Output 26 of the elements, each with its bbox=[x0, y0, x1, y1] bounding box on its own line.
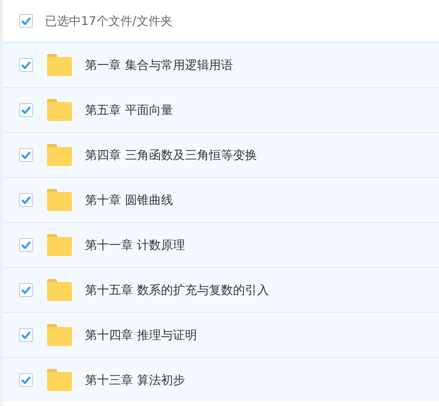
folder-icon bbox=[46, 144, 73, 166]
checkbox[interactable] bbox=[19, 328, 33, 342]
file-name[interactable]: 第十章 圆锥曲线 bbox=[85, 192, 173, 208]
file-name[interactable]: 第十五章 数系的扩充与复数的引入 bbox=[85, 282, 269, 298]
selection-count: 已选中17个文件/文件夹 bbox=[45, 12, 172, 30]
checkbox[interactable] bbox=[19, 148, 33, 162]
checkbox[interactable] bbox=[19, 373, 33, 387]
file-name[interactable]: 第五章 平面向量 bbox=[85, 102, 173, 118]
checkbox[interactable] bbox=[19, 193, 33, 207]
folder-icon bbox=[46, 324, 73, 346]
checkbox[interactable] bbox=[19, 238, 33, 252]
folder-icon bbox=[46, 54, 73, 76]
folder-icon bbox=[46, 279, 73, 301]
file-name[interactable]: 第一章 集合与常用逻辑用语 bbox=[85, 56, 233, 74]
checkbox[interactable] bbox=[19, 58, 33, 72]
file-name[interactable]: 第十一章 计数原理 bbox=[85, 236, 185, 254]
file-name[interactable]: 第十三章 算法初步 bbox=[85, 372, 185, 388]
folder-icon bbox=[46, 99, 73, 121]
file-name[interactable]: 第十四章 推理与证明 bbox=[85, 326, 197, 344]
checkbox[interactable] bbox=[19, 14, 33, 28]
checkbox[interactable] bbox=[19, 103, 33, 117]
checkbox[interactable] bbox=[19, 283, 33, 297]
folder-icon bbox=[46, 369, 73, 391]
folder-icon bbox=[46, 234, 73, 256]
file-name[interactable]: 第四章 三角函数及三角恒等变换 bbox=[85, 146, 257, 164]
folder-icon bbox=[46, 189, 73, 211]
